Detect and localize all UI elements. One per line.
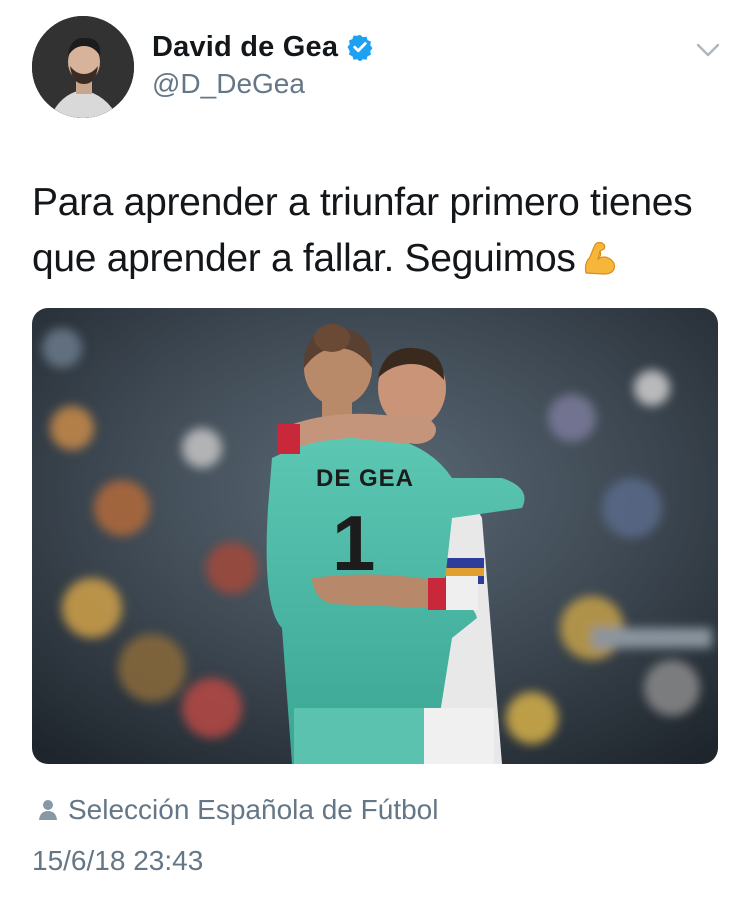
user-handle[interactable]: @D_DeGea xyxy=(152,68,374,100)
tweet-card: David de Gea @D_DeGea Para aprender a tr… xyxy=(0,0,736,897)
location-label[interactable]: Selección Española de Fútbol xyxy=(68,794,438,826)
chevron-down-icon[interactable] xyxy=(694,36,722,64)
flexed-biceps-icon xyxy=(580,237,620,277)
tweet-timestamp[interactable]: 15/6/18 23:43 xyxy=(32,845,203,877)
avatar[interactable] xyxy=(32,16,134,118)
display-name[interactable]: David de Gea xyxy=(152,31,338,64)
display-name-row: David de Gea xyxy=(152,28,374,66)
tweet-location[interactable]: Selección Española de Fútbol xyxy=(38,794,438,826)
tweet-text: Para aprender a triunfar primero tienes … xyxy=(32,175,722,287)
person-icon xyxy=(38,798,58,822)
photo-image: DE GEA 1 xyxy=(32,308,718,764)
user-info[interactable]: David de Gea @D_DeGea xyxy=(152,28,374,100)
jersey-name: DE GEA xyxy=(316,465,414,492)
verified-badge-icon xyxy=(346,33,374,62)
avatar-image xyxy=(32,16,134,118)
jersey-number: 1 xyxy=(332,499,375,587)
tweet-photo[interactable]: DE GEA 1 xyxy=(32,308,718,764)
